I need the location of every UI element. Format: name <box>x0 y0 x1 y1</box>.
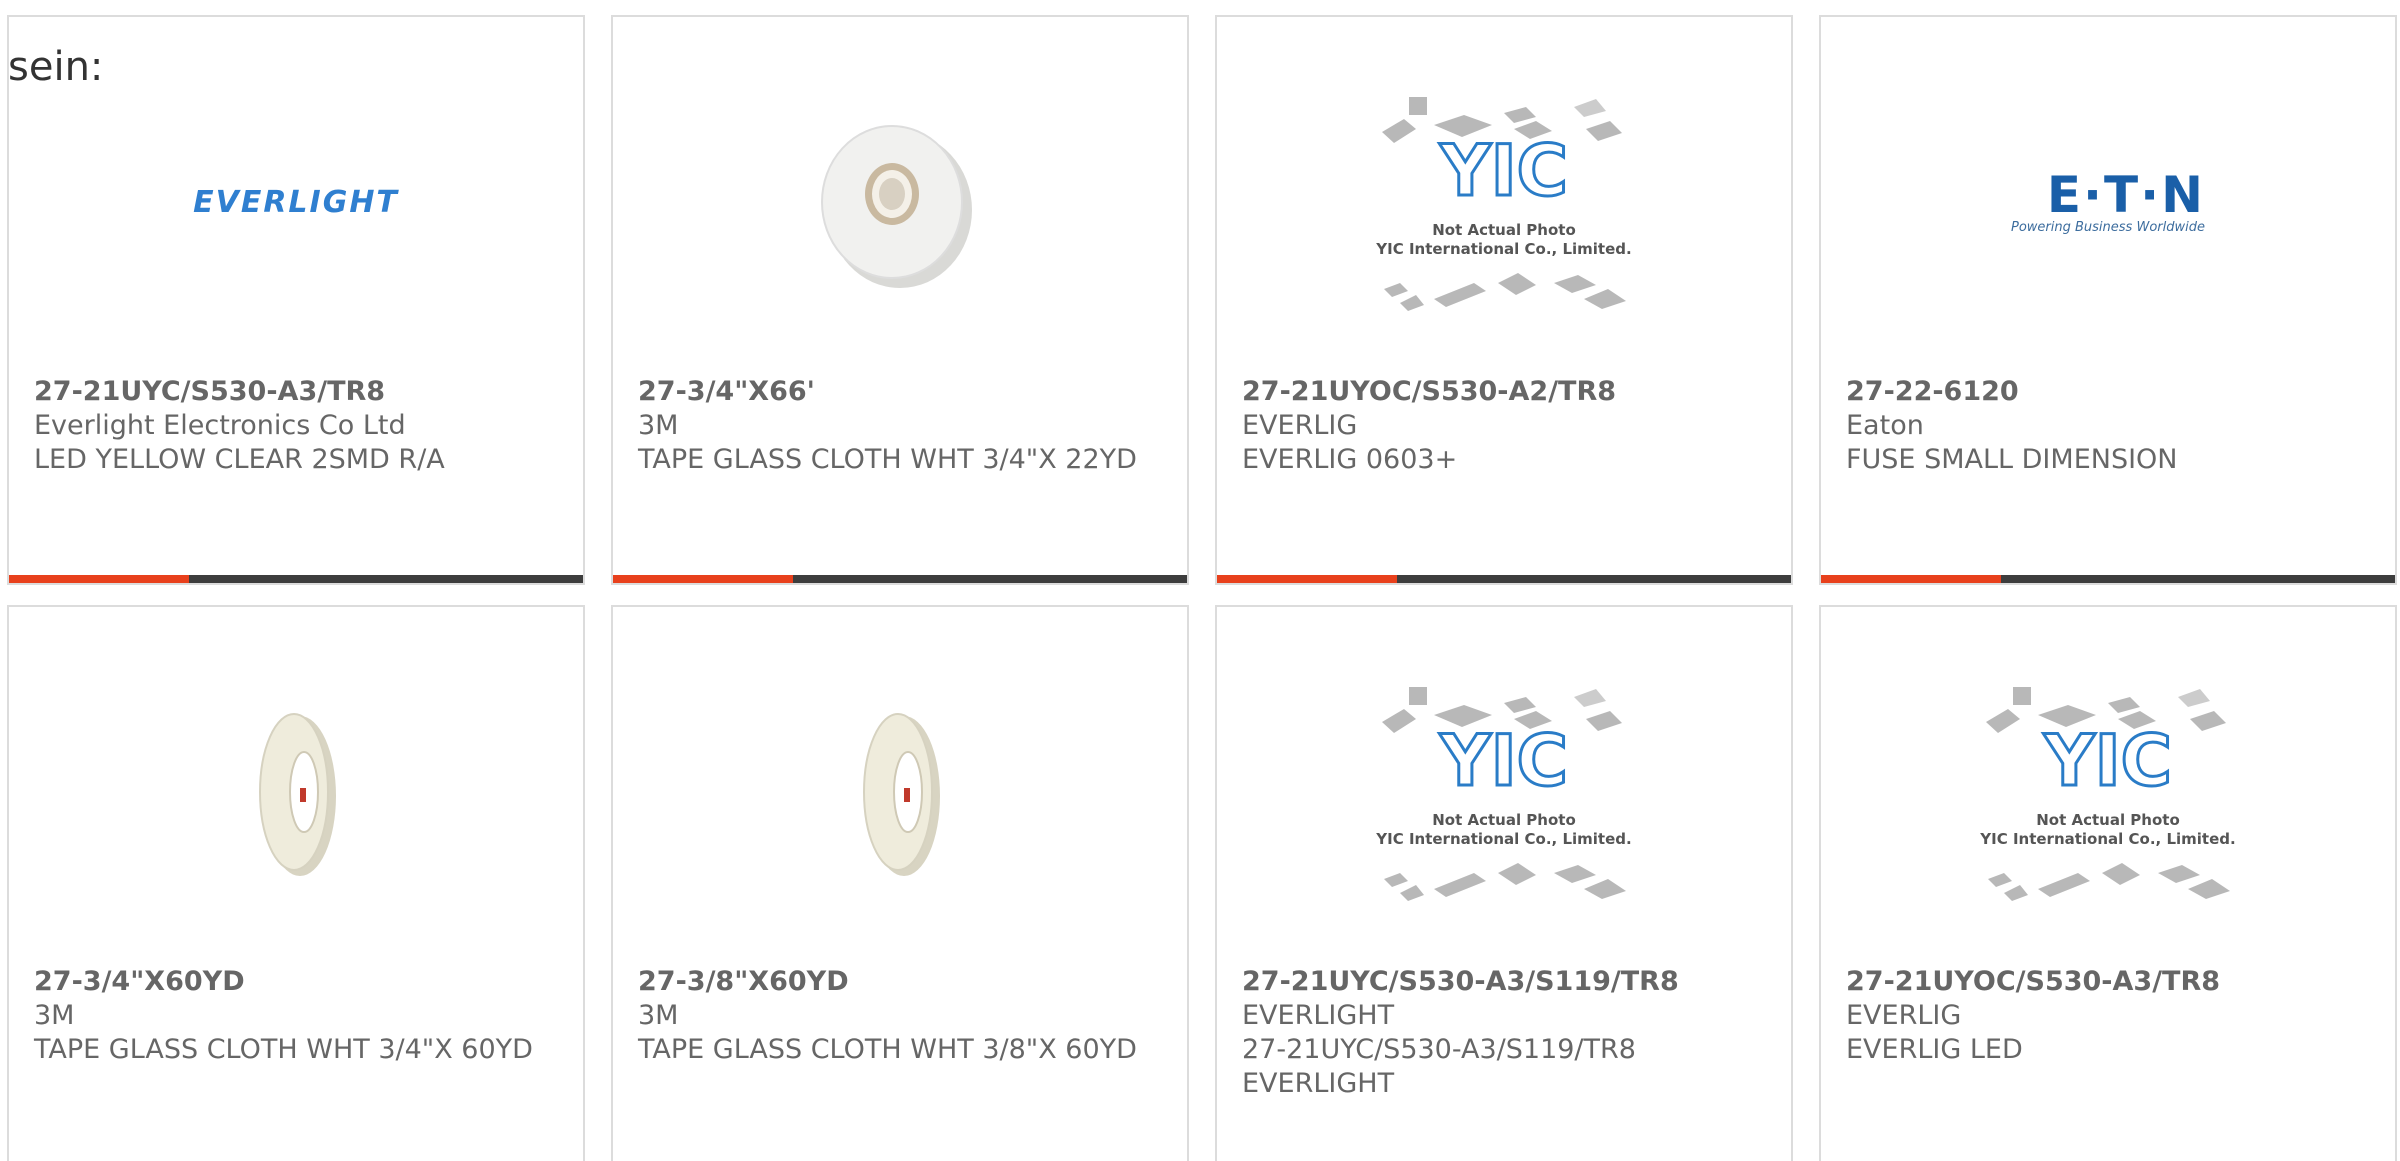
product-image: YIC Not Actual Photo YIC International C… <box>1217 667 1791 917</box>
yic-placeholder-image: YIC Not Actual Photo YIC International C… <box>1375 687 1632 901</box>
part-number: 27-3/4"X60YD <box>34 966 245 997</box>
tape-roll-icon <box>259 713 336 876</box>
part-number: 27-21UYOC/S530-A2/TR8 <box>1242 376 1617 407</box>
product-card[interactable]: 27-3/4"X60YD 3M TAPE GLASS CLOTH WHT 3/4… <box>7 605 585 1161</box>
yic-placeholder-image: YIC Not Actual Photo YIC International C… <box>1979 687 2236 901</box>
product-image <box>613 77 1187 327</box>
yic-line2: YIC International Co., Limited. <box>1979 830 2235 848</box>
manufacturer: 3M <box>638 1000 679 1031</box>
product-card[interactable]: YIC Not Actual Photo YIC International C… <box>1819 605 2397 1161</box>
manufacturer: 3M <box>638 410 679 441</box>
description: EVERLIG LED <box>1846 1034 2023 1065</box>
product-card[interactable]: YIC Not Actual Photo YIC International C… <box>1215 605 1793 1161</box>
description: TAPE GLASS CLOTH WHT 3/4"X 60YD <box>34 1034 533 1065</box>
yic-line1: Not Actual Photo <box>1432 221 1576 239</box>
everlight-logo: EVERLIGHT <box>193 184 399 220</box>
product-image: YIC Not Actual Photo YIC International C… <box>1821 667 2395 917</box>
yic-brand: YIC <box>1439 130 1568 212</box>
eaton-logo: E·T·N Powering Business Worldwide <box>2005 160 2211 245</box>
card-footer-bar <box>1217 575 1791 583</box>
manufacturer: Eaton <box>1846 410 1924 441</box>
product-image: E·T·N Powering Business Worldwide <box>1821 77 2395 327</box>
card-footer-bar <box>613 575 1187 583</box>
product-listing-page: sein: EVERLIGHT 27-21UYC/S530-A3/TR8 Eve… <box>0 0 2400 1161</box>
manufacturer: 3M <box>34 1000 75 1031</box>
tape-roll-icon <box>863 713 940 876</box>
yic-line1: Not Actual Photo <box>2036 811 2180 829</box>
yic-brand: YIC <box>1439 720 1568 802</box>
product-card[interactable]: 27-3/4"X66' 3M TAPE GLASS CLOTH WHT 3/4"… <box>611 15 1189 585</box>
manufacturer: EVERLIG <box>1846 1000 1962 1031</box>
accent-bar <box>1821 575 2001 583</box>
card-footer-bar <box>1821 575 2395 583</box>
part-number: 27-22-6120 <box>1846 376 2019 407</box>
yic-placeholder-image: YIC Not Actual Photo YIC International C… <box>1375 97 1632 311</box>
description: FUSE SMALL DIMENSION <box>1846 444 2178 475</box>
product-image <box>613 667 1187 917</box>
part-number: 27-3/8"X60YD <box>638 966 849 997</box>
product-card[interactable]: E·T·N Powering Business Worldwide 27-22-… <box>1819 15 2397 585</box>
yic-line2: YIC International Co., Limited. <box>1375 240 1631 258</box>
part-number: 27-3/4"X66' <box>638 376 815 407</box>
description: LED YELLOW CLEAR 2SMD R/A <box>34 444 445 475</box>
eaton-logo-tagline: Powering Business Worldwide <box>2011 219 2205 235</box>
part-number: 27-21UYOC/S530-A3/TR8 <box>1846 966 2221 997</box>
intro-text: sein: <box>8 44 104 90</box>
product-image: YIC Not Actual Photo YIC International C… <box>1217 77 1791 327</box>
product-card[interactable]: 27-3/8"X60YD 3M TAPE GLASS CLOTH WHT 3/8… <box>611 605 1189 1161</box>
eaton-logo-word: E·T·N <box>2046 165 2205 224</box>
yic-line1: Not Actual Photo <box>1432 811 1576 829</box>
yic-line2: YIC International Co., Limited. <box>1375 830 1631 848</box>
part-number: 27-21UYC/S530-A3/TR8 <box>34 376 386 407</box>
manufacturer: EVERLIG <box>1242 410 1358 441</box>
description: 27-21UYC/S530-A3/S119/TR8 EVERLIGHT <box>1242 1034 1636 1099</box>
description: TAPE GLASS CLOTH WHT 3/4"X 22YD <box>638 444 1137 475</box>
manufacturer: EVERLIGHT <box>1242 1000 1395 1031</box>
description: TAPE GLASS CLOTH WHT 3/8"X 60YD <box>638 1034 1137 1065</box>
part-number: 27-21UYC/S530-A3/S119/TR8 <box>1242 966 1679 997</box>
manufacturer: Everlight Electronics Co Ltd <box>34 410 406 441</box>
product-grid: EVERLIGHT 27-21UYC/S530-A3/TR8 Everlight… <box>0 0 2400 1161</box>
accent-bar <box>1217 575 1397 583</box>
tape-roll-icon <box>821 125 972 288</box>
yic-brand: YIC <box>2043 720 2172 802</box>
product-image: EVERLIGHT <box>9 77 583 327</box>
product-card[interactable]: YIC Not Actual Photo YIC International C… <box>1215 15 1793 585</box>
card-footer-bar <box>9 575 583 583</box>
accent-bar <box>9 575 189 583</box>
product-image <box>9 667 583 917</box>
product-card[interactable]: EVERLIGHT 27-21UYC/S530-A3/TR8 Everlight… <box>7 15 585 585</box>
description: EVERLIG 0603+ <box>1242 444 1458 475</box>
accent-bar <box>613 575 793 583</box>
